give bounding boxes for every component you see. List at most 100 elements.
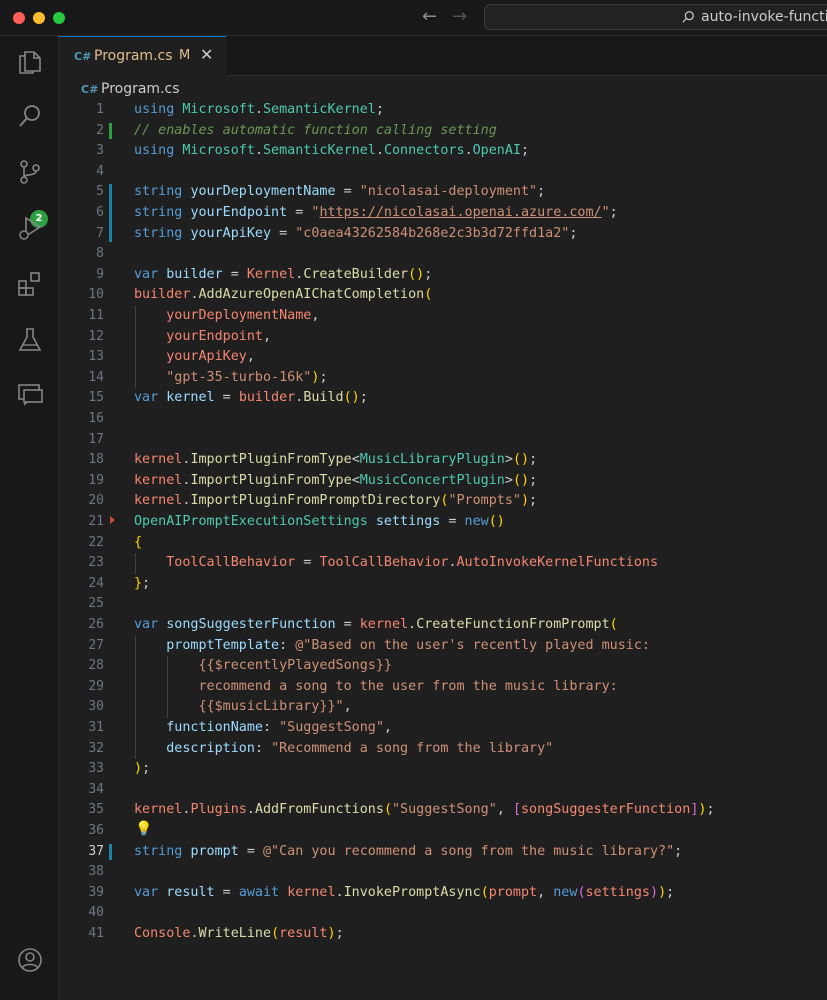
code-line[interactable]: 7 string yourApiKey = "c0aea43262584b268e… xyxy=(59,224,827,245)
activity-bar: 2 xyxy=(0,36,59,1000)
line-number: 22 xyxy=(88,534,104,550)
code-line[interactable]: 30 {{$musicLibrary}}", xyxy=(59,697,827,718)
code-line[interactable]: 24}; xyxy=(59,574,827,595)
code-text: var kernel = builder.Build(); xyxy=(134,390,368,406)
remote-explorer-icon[interactable] xyxy=(16,380,44,408)
line-number: 17 xyxy=(88,431,104,447)
code-line[interactable]: 18 kernel.ImportPluginFromType<MusicLibra… xyxy=(59,450,827,471)
code-line[interactable]: 2 // enables automatic function calling s… xyxy=(59,121,827,142)
code-line[interactable]: 17 xyxy=(59,430,827,451)
code-line[interactable]: 40 xyxy=(59,903,827,924)
code-text: kernel.ImportPluginFromPromptDirectory("… xyxy=(134,493,538,509)
code-text: ); xyxy=(134,761,151,777)
breadcrumb-file[interactable]: Program.cs xyxy=(101,81,180,97)
code-text: promptTemplate: @"Based on the user's re… xyxy=(166,637,650,653)
line-number: 6 xyxy=(96,205,104,220)
line-number: 3 xyxy=(96,143,104,159)
code-text: description: "Recommend a song from the … xyxy=(166,740,554,756)
zoom-window-button[interactable] xyxy=(53,12,65,24)
code-line[interactable]: 25 xyxy=(59,594,827,615)
extensions-icon[interactable] xyxy=(16,270,44,298)
code-line[interactable]: 41 Console.WriteLine(result); xyxy=(59,924,827,945)
code-line[interactable]: 38 xyxy=(59,862,827,883)
code-line[interactable]: 34 xyxy=(59,780,827,801)
code-line[interactable]: 33); xyxy=(59,759,827,780)
line-number: 9 xyxy=(96,266,104,282)
source-control-icon[interactable] xyxy=(16,158,44,186)
command-center-search[interactable]: auto-invoke-functio xyxy=(484,4,827,30)
code-line[interactable]: 23 ToolCallBehavior = ToolCallBehavior.A… xyxy=(59,553,827,574)
code-line[interactable]: 29 recommend a song to the user from the… xyxy=(59,677,827,698)
code-line[interactable]: 8 xyxy=(59,244,827,265)
code-line[interactable]: 14 "gpt-35-turbo-16k"); xyxy=(59,368,827,389)
run-debug-icon[interactable] xyxy=(16,214,44,242)
files-icon[interactable] xyxy=(16,48,44,76)
line-number: 36 xyxy=(88,823,104,838)
line-number: 35 xyxy=(88,802,104,818)
code-line[interactable]: 32 description: "Recommend a song from t… xyxy=(59,739,827,760)
forward-arrow-icon[interactable]: → xyxy=(452,6,467,28)
tab-program-cs[interactable]: C# Program.cs M ✕ xyxy=(59,36,226,76)
fold-marker-icon[interactable] xyxy=(110,516,115,524)
code-line[interactable]: 6 string yourEndpoint = "https://nicolasa… xyxy=(59,203,827,224)
line-number: 14 xyxy=(88,369,104,385)
code-text: ToolCallBehavior = ToolCallBehavior.Auto… xyxy=(166,555,659,571)
code-line[interactable]: 22 { xyxy=(59,533,827,554)
code-line[interactable]: 9 var builder = Kernel.CreateBuilder(); xyxy=(59,265,827,286)
indent-guide xyxy=(135,553,136,574)
code-line[interactable]: 12 yourEndpoint, xyxy=(59,327,827,348)
line-number: 29 xyxy=(88,678,104,694)
code-line[interactable]: 26 var songSuggesterFunction = kernel.Cre… xyxy=(59,615,827,636)
code-line[interactable]: 37 string prompt = @"Can you recommend a … xyxy=(59,842,827,863)
code-text: // enables automatic function calling se… xyxy=(134,122,497,138)
code-line[interactable]: 35 kernel.Plugins.AddFromFunctions("Sugge… xyxy=(59,800,827,821)
code-line[interactable]: 11 yourDeploymentName, xyxy=(59,306,827,327)
back-arrow-icon[interactable]: ← xyxy=(422,6,437,28)
code-text: string yourApiKey = "c0aea43262584b268e2… xyxy=(134,225,578,241)
line-number: 40 xyxy=(88,905,104,921)
search-icon[interactable] xyxy=(16,102,44,130)
code-line[interactable]: 36 xyxy=(59,821,827,842)
code-line[interactable]: 28 {{$recentlyPlayedSongs}} xyxy=(59,656,827,677)
git-change-marker[interactable] xyxy=(109,843,112,861)
code-text: yourApiKey, xyxy=(166,349,255,365)
lightbulb-icon[interactable]: 💡 xyxy=(135,821,152,837)
code-line[interactable]: 21 OpenAIPromptExecutionSettings settings… xyxy=(59,512,827,533)
code-text: var result = await kernel.InvokePromptAs… xyxy=(134,884,675,900)
line-number: 8 xyxy=(96,246,104,262)
code-text: recommend a song to the user from the mu… xyxy=(134,678,618,694)
code-line[interactable]: 39 var result = await kernel.InvokePrompt… xyxy=(59,883,827,904)
beaker-icon[interactable] xyxy=(16,326,44,354)
code-line[interactable]: 31 functionName: "SuggestSong", xyxy=(59,718,827,739)
code-line[interactable]: 19 kernel.ImportPluginFromType<MusicConce… xyxy=(59,471,827,492)
close-window-button[interactable] xyxy=(13,12,25,24)
code-line[interactable]: 3 using Microsoft.SemanticKernel.Connecto… xyxy=(59,141,827,162)
close-tab-icon[interactable]: ✕ xyxy=(200,45,213,64)
indent-guide xyxy=(167,656,169,718)
code-text: Console.WriteLine(result); xyxy=(134,926,344,941)
code-line[interactable]: 20 kernel.ImportPluginFromPromptDirectory… xyxy=(59,491,827,512)
code-text: }; xyxy=(134,575,151,591)
code-line[interactable]: 5 string yourDeploymentName = "nicolasai-… xyxy=(59,182,827,203)
code-line[interactable]: 27 promptTemplate: @"Based on the user's… xyxy=(59,636,827,657)
code-text: "gpt-35-turbo-16k"); xyxy=(166,369,328,385)
minimize-window-button[interactable] xyxy=(33,12,45,24)
code-line[interactable]: 13 yourApiKey, xyxy=(59,347,827,368)
code-text: { xyxy=(134,534,143,550)
line-number: 32 xyxy=(88,740,104,756)
line-number: 27 xyxy=(88,637,104,653)
code-line[interactable]: 15 var kernel = builder.Build(); xyxy=(59,388,827,409)
line-number: 26 xyxy=(88,617,104,632)
code-line[interactable]: 4 xyxy=(59,162,827,183)
code-line[interactable]: 1 using Microsoft.SemanticKernel; xyxy=(59,100,827,121)
line-number: 10 xyxy=(88,287,104,303)
git-change-marker[interactable] xyxy=(109,184,112,243)
account-icon[interactable] xyxy=(16,946,44,974)
code-editor[interactable]: 1 using Microsoft.SemanticKernel; 2 // enab… xyxy=(59,100,827,1000)
code-line[interactable]: 10 builder.AddAzureOpenAIChatCompletion( xyxy=(59,285,827,306)
line-number: 12 xyxy=(88,328,104,344)
line-number: 38 xyxy=(88,864,104,880)
git-change-marker[interactable] xyxy=(109,122,112,140)
csharp-file-icon: C# xyxy=(81,83,99,96)
code-line[interactable]: 16 xyxy=(59,409,827,430)
